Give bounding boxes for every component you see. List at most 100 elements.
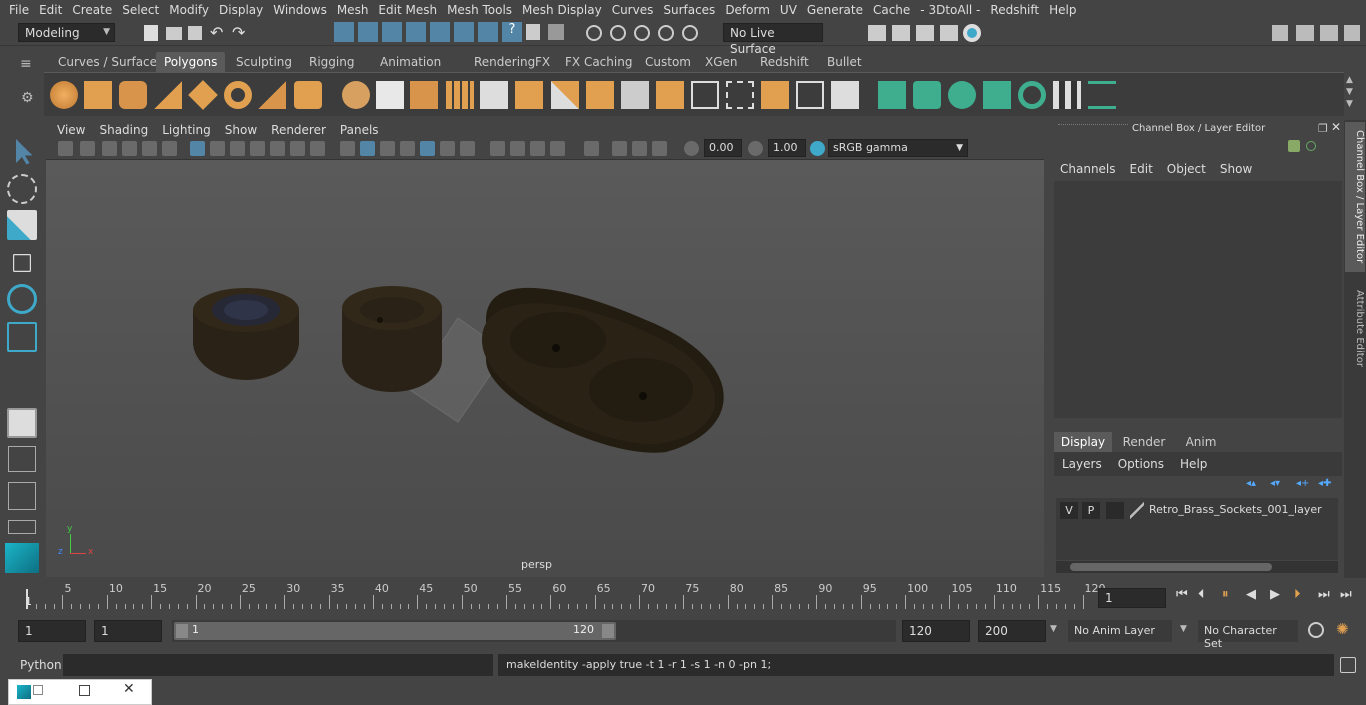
move-tool-icon[interactable] [13,254,31,272]
modeling-toolkit-icon[interactable] [1272,25,1288,41]
layout-four-icon[interactable] [8,482,36,510]
ipr-icon[interactable] [916,25,934,41]
attribute-editor-icon[interactable] [1296,25,1314,41]
film-gate-icon[interactable] [210,141,225,156]
menu-display[interactable]: Display [214,3,268,17]
menu-edit-mesh[interactable]: Edit Mesh [373,3,442,17]
offset-edge-loop-icon[interactable] [726,81,754,109]
restore-window-icon[interactable] [33,685,43,695]
shelf-tab-xgen[interactable]: XGen [697,52,746,72]
target-weld-icon[interactable] [796,81,824,109]
snap-grid-icon[interactable] [586,25,602,41]
poly-plane-icon[interactable] [188,80,218,110]
viewport-menu-lighting[interactable]: Lighting [155,123,218,137]
render-settings-icon[interactable] [940,25,958,41]
tool-settings-icon[interactable] [1320,25,1338,41]
shelf-tab-custom[interactable]: Custom [637,52,699,72]
step-forward-frame-icon[interactable]: ⏵ [1294,587,1301,602]
separate-icon[interactable] [376,81,404,109]
layer-row[interactable]: V P Retro_Brass_Sockets_001_layer [1060,502,1334,520]
camera-attributes-icon[interactable] [80,141,95,156]
color-management-icon[interactable] [810,141,825,156]
save-scene-icon[interactable] [188,26,202,40]
bevel-icon[interactable] [656,81,684,109]
colorspace-dropdown[interactable]: sRGB gamma ▼ [828,139,968,157]
range-slider-bar[interactable]: 1 120 [174,622,616,640]
snap-curve-icon[interactable] [610,25,626,41]
shadows-icon[interactable] [460,141,475,156]
select-tool-arrow-icon[interactable] [16,139,33,165]
menu-modify[interactable]: Modify [164,3,214,17]
undo-icon[interactable]: ↶ [210,23,223,42]
shelf-tab-redshift[interactable]: Redshift [752,52,817,72]
highlight-select-icon[interactable] [548,24,564,40]
range-handle-left[interactable] [176,624,188,638]
snap-view-plane-icon[interactable] [658,25,674,41]
boolean-icon[interactable] [480,81,508,109]
menu-select[interactable]: Select [117,3,164,17]
auto-key-icon[interactable] [1308,622,1324,638]
select-object-icon[interactable] [358,22,378,42]
sculpt-brush-icon[interactable] [551,81,579,109]
menu-3dtoall[interactable]: - 3DtoAll - [915,3,985,17]
shelf-tab-sculpting[interactable]: Sculpting [228,52,300,72]
poly-pipe-icon[interactable] [294,81,322,109]
layer-menu-layers[interactable]: Layers [1054,457,1110,471]
safe-title-icon[interactable] [310,141,325,156]
command-language-label[interactable]: Python [20,658,62,672]
insert-edge-loop-icon[interactable] [691,81,719,109]
poly-torus-icon[interactable] [224,81,252,109]
current-time-marker[interactable] [26,589,28,609]
channel-box-icon[interactable] [1344,25,1360,41]
layer-horizontal-scrollbar[interactable] [1056,561,1338,573]
viewport-menu-show[interactable]: Show [218,123,264,137]
shelf-scroll-arrows-icon[interactable]: ▲ ▼ ▼ [1346,74,1353,110]
poly-pyramid-icon[interactable] [258,81,286,109]
menu-surfaces[interactable]: Surfaces [658,3,720,17]
channel-box-menu-channels[interactable]: Channels [1054,162,1124,180]
layer-display-type-toggle[interactable] [1106,502,1124,519]
menu-redshift[interactable]: Redshift [985,3,1044,17]
step-back-frame-icon[interactable]: ⏸ [1222,587,1229,602]
range-slider[interactable]: 1 120 [172,620,896,642]
go-to-end-icon[interactable]: ⏭ [1340,587,1352,602]
last-tool-icon[interactable] [7,408,37,438]
shelf-tab-rigging[interactable]: Rigging [301,52,362,72]
chevron-down-icon[interactable]: ▼ [1180,624,1187,634]
anim-layer-dropdown[interactable]: No Anim Layer [1068,620,1172,642]
uv-automatic-icon[interactable] [983,81,1011,109]
extrude-icon[interactable] [586,81,614,109]
menu-deform[interactable]: Deform [720,3,775,17]
exposure-field[interactable]: 0.00 [704,139,742,157]
live-surface-field[interactable]: No Live Surface [723,23,823,56]
viewport-menu-panels[interactable]: Panels [333,123,386,137]
menu-uv[interactable]: UV [775,3,802,17]
depth-of-field-icon[interactable] [550,141,565,156]
render-frame-icon[interactable] [868,25,886,41]
menu-file[interactable]: File [4,3,34,17]
xray-components-icon[interactable] [652,141,667,156]
side-tab-channel-box[interactable]: Channel Box / Layer Editor [1345,122,1365,272]
layout-single-icon[interactable] [8,446,36,472]
playback-end-field[interactable]: 120 [902,620,970,642]
isolate-select-icon[interactable] [584,141,599,156]
layer-color-swatch-icon[interactable] [1130,502,1144,519]
script-editor-icon[interactable] [1340,657,1356,673]
shelf-tab-curves-surfaces[interactable]: Curves / Surfaces [50,52,171,72]
layer-tab-anim[interactable]: Anim [1176,432,1226,452]
shelf-tab-fx-caching[interactable]: FX Caching [557,52,640,72]
paint-select-tool-icon[interactable] [7,210,37,240]
wireframe-on-shaded-icon[interactable] [400,141,415,156]
step-back-key-icon[interactable]: ⏴ [1198,587,1205,602]
step-forward-key-icon[interactable]: ⏭ [1318,587,1330,602]
poly-sphere-icon[interactable] [50,81,78,109]
uv-editor-icon[interactable] [1088,81,1116,109]
use-all-lights-icon[interactable] [440,141,455,156]
gate-mask-icon[interactable] [250,141,265,156]
shelf-menu-icon[interactable]: ≡ [20,56,32,72]
scale-tool-icon[interactable] [7,322,37,352]
screen-space-ao-icon[interactable] [490,141,505,156]
menu-create[interactable]: Create [67,3,117,17]
select-uv-icon[interactable] [478,22,498,42]
menu-windows[interactable]: Windows [268,3,332,17]
